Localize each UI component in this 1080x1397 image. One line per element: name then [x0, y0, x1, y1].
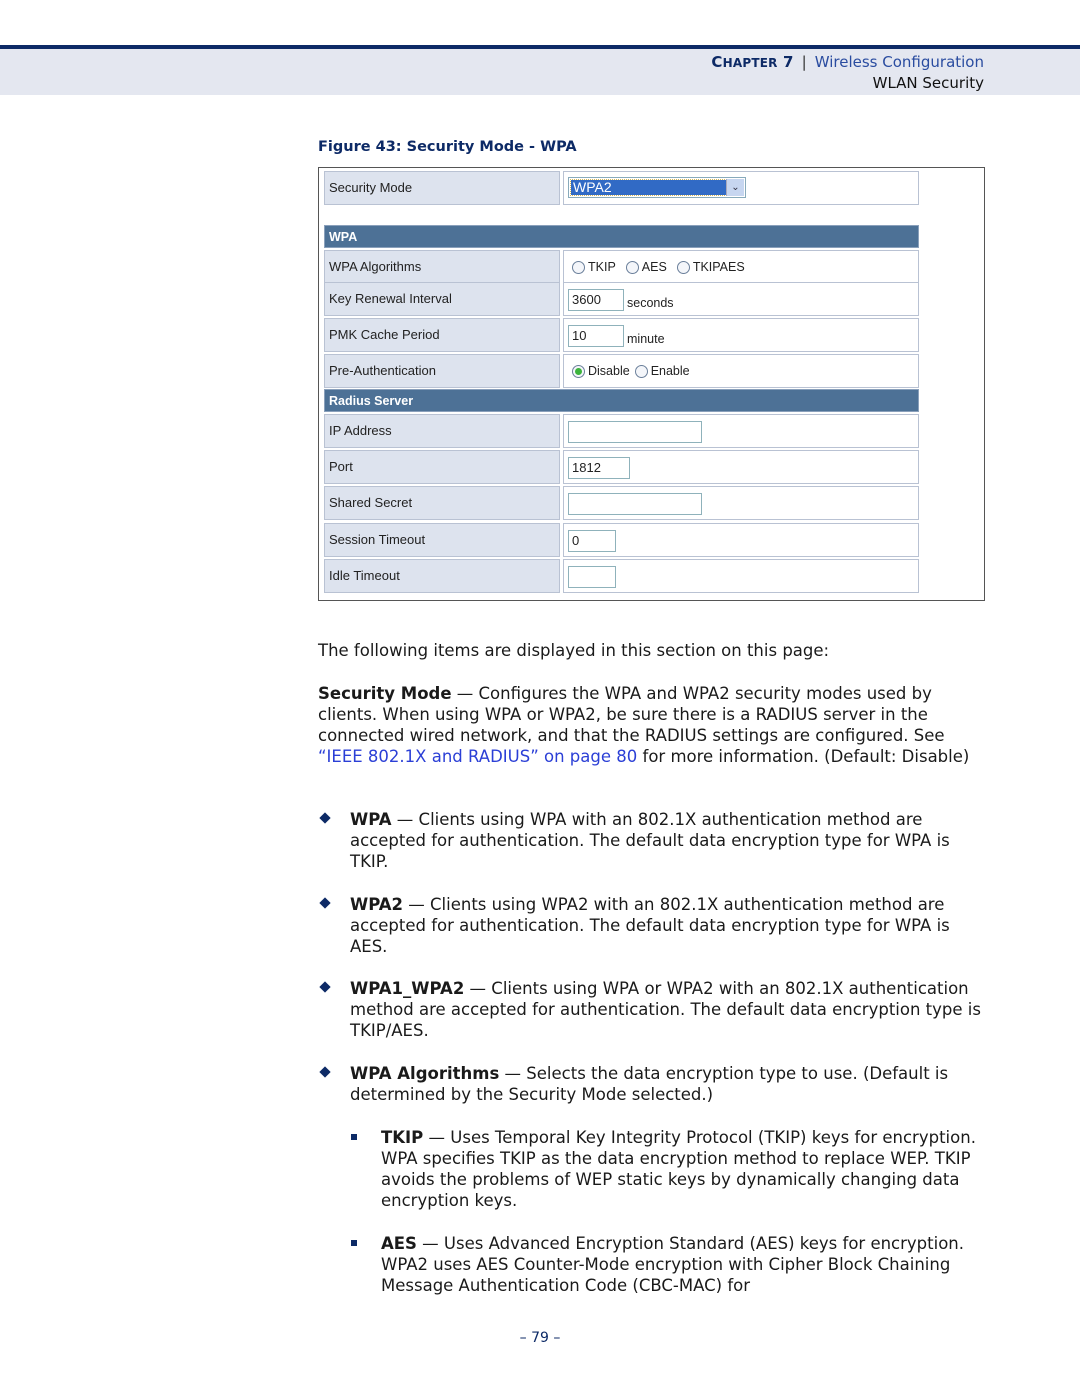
diamond-bullet-icon: [319, 981, 331, 993]
shared-secret-label: Shared Secret: [324, 486, 560, 520]
wpa-algorithms-radio-group: TKIP AES TKIPAES: [572, 260, 755, 274]
radio-tkipaes[interactable]: [676, 260, 690, 274]
chapter-title: Wireless Configuration: [814, 53, 984, 71]
key-renewal-unit: seconds: [627, 296, 674, 310]
pmk-cache-row: PMK Cache Period 10 minute: [324, 318, 919, 352]
security-mode-figure: Security Mode WPA2 ⌄ WPA WPA Algorithms …: [318, 167, 985, 601]
session-timeout-label: Session Timeout: [324, 523, 560, 557]
wpa-section-header: WPA: [324, 225, 919, 248]
ip-address-input[interactable]: [568, 421, 702, 443]
security-mode-select[interactable]: WPA2 ⌄: [568, 177, 746, 198]
diamond-bullet-icon: [319, 897, 331, 909]
chapter-label: CHAPTER 7: [711, 53, 794, 71]
radio-disable[interactable]: [572, 364, 585, 378]
security-mode-row: Security Mode WPA2 ⌄: [324, 171, 919, 205]
idle-timeout-row: Idle Timeout: [324, 559, 919, 593]
radio-aes-label: AES: [641, 260, 667, 274]
figure-caption: Figure 43: Security Mode - WPA: [318, 139, 577, 155]
key-renewal-row: Key Renewal Interval 3600 seconds: [324, 282, 919, 316]
pmk-cache-input[interactable]: 10: [568, 325, 624, 347]
idle-timeout-input[interactable]: [568, 566, 616, 588]
pre-authentication-row: Pre-Authentication Disable Enable: [324, 354, 919, 388]
radio-tkip[interactable]: [572, 260, 585, 274]
session-timeout-input[interactable]: 0: [568, 530, 616, 552]
security-mode-term: Security Mode: [318, 684, 452, 703]
radio-enable[interactable]: [634, 364, 648, 378]
shared-secret-row: Shared Secret: [324, 486, 919, 520]
diamond-bullet-icon: [319, 812, 331, 824]
chapter-header: CHAPTER 7 | Wireless Configuration WLAN Se…: [711, 52, 984, 93]
radio-tkipaes-label: TKIPAES: [692, 260, 745, 274]
intro-paragraph: The following items are displayed in thi…: [318, 641, 830, 660]
wpa-algorithms-label: WPA Algorithms: [324, 250, 560, 284]
radio-tkip-label: TKIP: [588, 260, 616, 274]
security-mode-selected-value: WPA2: [570, 179, 729, 196]
header-separator: |: [801, 53, 807, 71]
pmk-cache-unit: minute: [627, 332, 665, 346]
key-renewal-label: Key Renewal Interval: [324, 282, 560, 316]
ieee-8021x-link[interactable]: “IEEE 802.1X and RADIUS” on page 80: [318, 747, 637, 766]
wpa-algorithms-row: WPA Algorithms TKIP AES TKIPAES: [324, 250, 919, 284]
radio-disable-label: Disable: [588, 364, 630, 378]
radio-aes[interactable]: [625, 260, 639, 274]
page-number: – 79 –: [519, 1330, 561, 1346]
square-bullet-icon: [351, 1134, 357, 1140]
diamond-bullet-icon: [319, 1066, 331, 1078]
idle-timeout-label: Idle Timeout: [324, 559, 560, 593]
shared-secret-input[interactable]: [568, 493, 702, 515]
port-row: Port 1812: [324, 450, 919, 484]
ip-address-label: IP Address: [324, 414, 560, 448]
session-timeout-row: Session Timeout 0: [324, 523, 919, 557]
radius-section-header: Radius Server: [324, 389, 919, 412]
chevron-down-icon[interactable]: ⌄: [726, 179, 744, 196]
ip-address-row: IP Address: [324, 414, 919, 448]
security-mode-paragraph: Security Mode — Configures the WPA and W…: [318, 684, 970, 766]
square-bullet-icon: [351, 1240, 357, 1246]
port-input[interactable]: 1812: [568, 457, 630, 479]
pre-authentication-radio-group: Disable Enable: [572, 364, 700, 378]
pmk-cache-label: PMK Cache Period: [324, 318, 560, 352]
port-label: Port: [324, 450, 560, 484]
key-renewal-input[interactable]: 3600: [568, 289, 624, 311]
pre-authentication-label: Pre-Authentication: [324, 354, 560, 388]
radio-enable-label: Enable: [650, 364, 690, 378]
section-title: WLAN Security: [872, 74, 984, 92]
security-mode-label: Security Mode: [324, 171, 560, 205]
